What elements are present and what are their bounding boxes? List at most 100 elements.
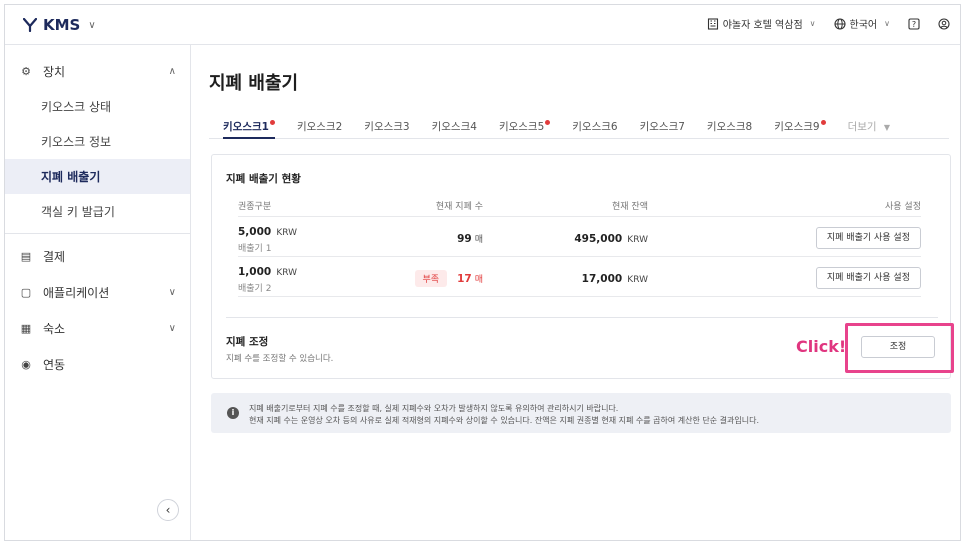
- alert-dot: [820, 120, 826, 125]
- column-header: 권종구분: [238, 202, 272, 212]
- dispenser-setting-button[interactable]: 지폐 배출기 사용 설정: [815, 266, 921, 289]
- sidebar-group-device[interactable]: ⚙ 장치 ∧: [5, 53, 190, 89]
- bill-count-value: 17: [457, 272, 472, 285]
- count-unit: 매: [474, 235, 483, 245]
- balance-value: 17,000: [581, 273, 623, 285]
- tab-kiosk-4[interactable]: 키오스크4: [432, 113, 477, 139]
- sidebar-group-label: 숙소: [43, 321, 66, 336]
- notice-line: 지폐 배출기로부터 지폐 수를 조정할 때, 실제 지폐수와 오차가 발생하지 …: [249, 404, 619, 413]
- setting-cell: 지폐 배출기 사용 설정: [648, 225, 921, 249]
- tab-label: 키오스크6: [572, 121, 618, 133]
- chevron-down-icon: ∨: [168, 322, 176, 334]
- building-icon: [707, 17, 718, 30]
- sidebar-group-payment[interactable]: ▤ 결제: [5, 238, 190, 274]
- dispenser-table: 권종구분 현재 지폐 수 현재 잔액 사용 설정 5,000 KRW 배출기 1…: [238, 195, 921, 297]
- tab-label: 키오스크2: [296, 121, 343, 133]
- balance-value: 495,000: [574, 233, 623, 245]
- gear-icon: ⚙: [21, 64, 31, 78]
- tab-kiosk-8[interactable]: 키오스크8: [707, 113, 752, 139]
- count-unit: 매: [474, 274, 483, 285]
- tab-label: 키오스크3: [364, 121, 410, 133]
- bill-count-value: 99: [457, 233, 472, 245]
- sidebar-group-label: 장치: [43, 64, 66, 79]
- link-icon: ◉: [21, 357, 31, 371]
- chevron-down-icon: ∨: [809, 19, 816, 28]
- table-row: 5,000 KRW 배출기 1 99 매 495,000 KRW 지폐 배출기 사…: [238, 217, 921, 257]
- bill-count: 17 매: [457, 273, 483, 285]
- tablet-icon: ▢: [20, 285, 32, 299]
- help-button[interactable]: ?: [908, 17, 920, 30]
- adjust-title: 지폐 조정: [226, 336, 269, 348]
- balance-cell: 495,000 KRW: [483, 227, 648, 246]
- property-selector[interactable]: 야놀자 호텔 역삼점 ∨: [707, 16, 816, 31]
- column-header: 현재 잔액: [612, 202, 648, 212]
- sidebar-group-application[interactable]: ▢ 애플리케이션 ∨: [5, 274, 190, 310]
- app-window: KMS ∨ 야놀자 호텔 역삼점 ∨ 한국어 ∨ ? ⚙ 장치 ∧ 키오스크 상…: [4, 4, 961, 541]
- adjust-button[interactable]: 조정: [861, 336, 935, 358]
- tab-kiosk-5[interactable]: 키오스크5: [499, 113, 551, 139]
- dispenser-setting-button[interactable]: 지폐 배출기 사용 설정: [815, 226, 921, 249]
- sidebar: ⚙ 장치 ∧ 키오스크 상태 키오스크 정보 지폐 배출기 객실 키 발급기 ▤…: [5, 45, 191, 540]
- setting-cell: 지폐 배출기 사용 설정: [648, 265, 921, 289]
- sidebar-group-integration[interactable]: ◉ 연동: [5, 346, 190, 382]
- property-name: 야놀자 호텔 역삼점: [722, 20, 803, 31]
- currency-unit: KRW: [627, 235, 648, 245]
- column-header: 현재 지폐 수: [435, 202, 483, 212]
- click-annotation: Click!: [796, 337, 847, 356]
- card-title: 지폐 배출기 현황: [226, 173, 301, 185]
- column-header: 사용 설정: [885, 202, 921, 212]
- dispenser-status-card: 지폐 배출기 현황 권종구분 현재 지폐 수 현재 잔액 사용 설정 5,000…: [211, 154, 951, 379]
- tab-kiosk-1[interactable]: 키오스크1: [223, 113, 275, 139]
- tab-label: 키오스크8: [706, 121, 753, 133]
- bill-count: 99 매: [457, 233, 483, 245]
- caret-down-icon: ▼: [883, 123, 891, 132]
- chevron-down-icon: ∨: [88, 19, 96, 31]
- tab-kiosk-2[interactable]: 키오스크2: [297, 113, 342, 139]
- chevron-up-icon: ∧: [168, 65, 176, 77]
- top-bar: KMS ∨ 야놀자 호텔 역삼점 ∨ 한국어 ∨ ?: [5, 5, 960, 45]
- account-button[interactable]: [938, 17, 950, 30]
- denomination-value: 5,000: [238, 225, 272, 238]
- sidebar-group-label: 결제: [43, 249, 66, 264]
- sidebar-item-room-key[interactable]: 객실 키 발급기: [5, 194, 190, 229]
- denomination-cell: 5,000 KRW 배출기 1: [238, 220, 388, 254]
- denomination-value: 1,000: [238, 265, 272, 278]
- sidebar-group-lodging[interactable]: ▦ 숙소 ∨: [5, 310, 190, 346]
- alert-dot: [545, 120, 551, 125]
- notice-box: i 지폐 배출기로부터 지폐 수를 조정할 때, 실제 지폐수와 오차가 발생하…: [211, 393, 951, 433]
- sidebar-divider: [5, 233, 190, 234]
- receipt-icon: ▤: [20, 249, 32, 263]
- low-stock-badge: 부족: [414, 269, 448, 287]
- tab-label: 키오스크1: [223, 121, 269, 133]
- count-cell: 99 매: [388, 227, 483, 246]
- tab-label: 키오스크4: [431, 121, 477, 133]
- chevron-down-icon: ∨: [884, 19, 890, 28]
- denomination-cell: 1,000 KRW 배출기 2: [238, 260, 388, 294]
- language-selector[interactable]: 한국어 ∨: [833, 16, 890, 31]
- sidebar-item-bill-dispenser[interactable]: 지폐 배출기: [5, 159, 190, 194]
- alert-dot: [269, 120, 275, 125]
- count-cell: 부족 17 매: [388, 267, 483, 287]
- tab-kiosk-3[interactable]: 키오스크3: [364, 113, 409, 139]
- language-label: 한국어: [849, 20, 878, 31]
- sidebar-collapse-button[interactable]: ‹: [157, 499, 179, 521]
- sidebar-item-kiosk-info[interactable]: 키오스크 정보: [5, 124, 190, 159]
- kiosk-tabs: 키오스크1 키오스크2 키오스크3 키오스크4 키오스크5 키오스크6 키오스크…: [209, 113, 949, 139]
- tab-label: 키오스크9: [774, 121, 820, 133]
- currency-unit: KRW: [276, 227, 298, 238]
- tab-label: 키오스크7: [639, 121, 685, 133]
- sidebar-item-kiosk-status[interactable]: 키오스크 상태: [5, 89, 190, 124]
- brand-switcher[interactable]: KMS ∨: [23, 16, 96, 34]
- dispenser-label: 배출기 2: [238, 283, 272, 294]
- currency-unit: KRW: [627, 275, 648, 285]
- tab-kiosk-7[interactable]: 키오스크7: [640, 113, 685, 139]
- section-divider: [226, 317, 938, 318]
- tab-kiosk-6[interactable]: 키오스크6: [572, 113, 617, 139]
- help-icon: ?: [908, 17, 920, 30]
- tab-kiosk-9[interactable]: 키오스크9: [774, 113, 826, 139]
- main-content: 지폐 배출기 키오스크1 키오스크2 키오스크3 키오스크4 키오스크5 키오스…: [191, 45, 960, 540]
- tab-more[interactable]: 더보기 ▼: [848, 113, 890, 139]
- building-icon: ▦: [20, 321, 32, 335]
- chevron-down-icon: ∨: [168, 286, 176, 298]
- chevron-left-icon: ‹: [165, 503, 171, 517]
